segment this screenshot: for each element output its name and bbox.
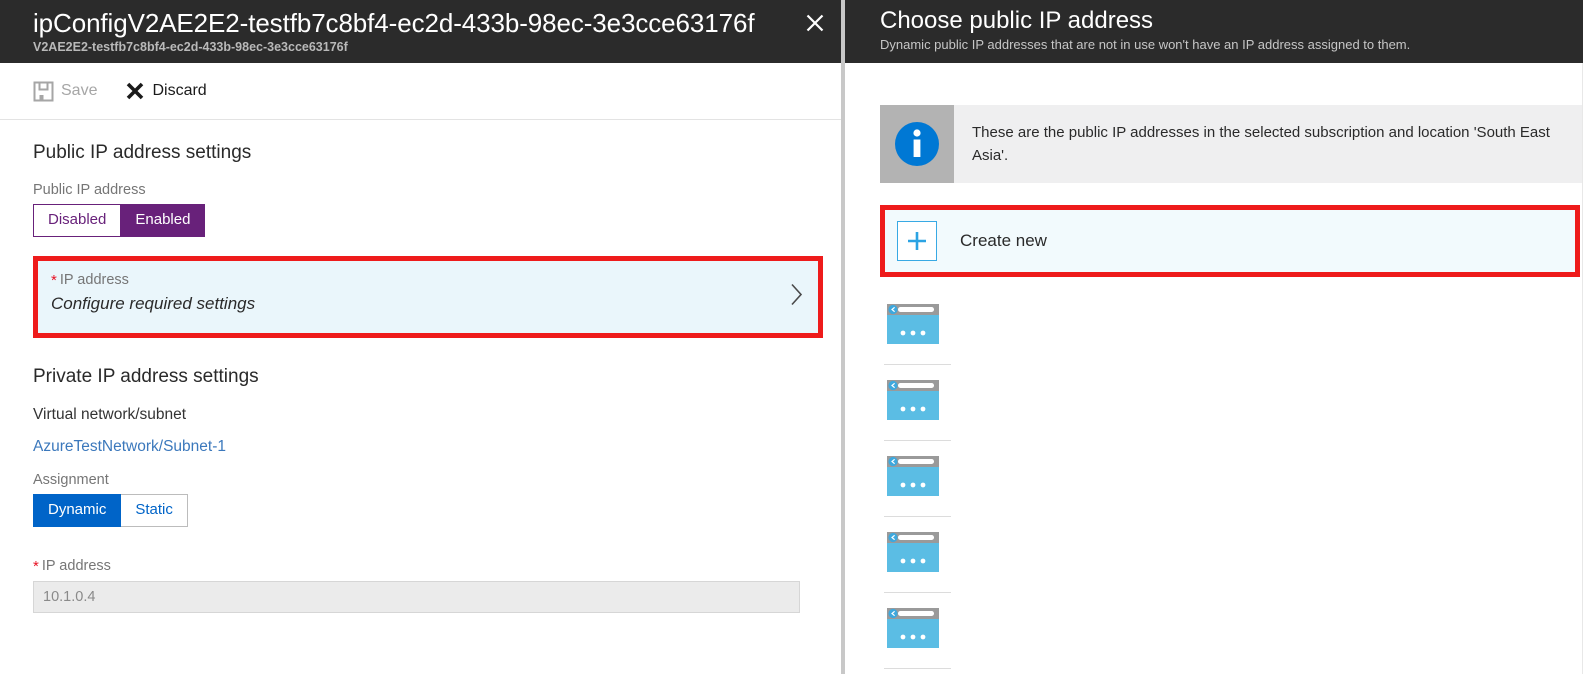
save-label: Save bbox=[61, 82, 98, 99]
plus-icon bbox=[897, 221, 937, 261]
create-new-label: Create new bbox=[960, 231, 1047, 250]
save-button[interactable]: Save bbox=[33, 81, 97, 102]
public-ip-icon bbox=[884, 376, 942, 429]
info-icon-cell bbox=[880, 105, 954, 183]
public-ip-toggle-enabled[interactable]: Enabled bbox=[121, 204, 206, 237]
private-ip-address-label: IP address bbox=[41, 558, 111, 574]
required-asterisk: * bbox=[51, 272, 57, 289]
ip-address-picker-label: IP address bbox=[59, 272, 129, 288]
public-ip-section-heading: Public IP address settings bbox=[33, 142, 252, 163]
page-title: ipConfigV2AE2E2-testfb7c8bf4-ec2d-433b-9… bbox=[33, 8, 755, 38]
public-ip-address-label: Public IP address bbox=[33, 182, 146, 198]
choose-public-ip-blade: Choose public IP address Dynamic public … bbox=[845, 0, 1583, 674]
page-subtitle: V2AE2E2-testfb7c8bf4-ec2d-433b-98ec-3e3c… bbox=[33, 40, 348, 54]
private-ip-address-input[interactable] bbox=[33, 581, 800, 613]
choose-public-ip-subtitle: Dynamic public IP addresses that are not… bbox=[880, 37, 1411, 52]
list-item[interactable] bbox=[880, 441, 1583, 516]
info-banner-text: These are the public IP addresses in the… bbox=[972, 124, 1550, 164]
list-divider bbox=[884, 668, 951, 669]
ip-address-required-asterisk: * bbox=[33, 558, 39, 575]
public-ip-icon bbox=[884, 604, 942, 657]
public-ip-icon bbox=[884, 528, 942, 581]
discard-x-icon bbox=[125, 81, 145, 101]
public-ip-icon bbox=[884, 300, 942, 353]
assignment-label: Assignment bbox=[33, 472, 109, 488]
info-circle-icon bbox=[895, 122, 939, 166]
blade-header: ipConfigV2AE2E2-testfb7c8bf4-ec2d-433b-9… bbox=[0, 0, 841, 63]
public-ip-toggle: Disabled Enabled bbox=[33, 204, 206, 237]
save-floppy-icon bbox=[33, 81, 54, 102]
chevron-right-icon bbox=[790, 283, 804, 312]
discard-label: Discard bbox=[152, 82, 207, 99]
info-banner: These are the public IP addresses in the… bbox=[880, 105, 1583, 183]
public-ip-list bbox=[880, 289, 1583, 669]
list-item[interactable] bbox=[880, 593, 1583, 668]
choose-public-ip-header: Choose public IP address Dynamic public … bbox=[845, 0, 1583, 63]
private-ip-section-heading: Private IP address settings bbox=[33, 366, 259, 387]
choose-public-ip-title: Choose public IP address bbox=[880, 7, 1154, 34]
blade-toolbar: Save Discard bbox=[0, 63, 841, 120]
list-item[interactable] bbox=[880, 289, 1583, 364]
discard-button[interactable]: Discard bbox=[125, 81, 207, 101]
public-ip-icon bbox=[884, 452, 942, 505]
virtual-network-subnet-link[interactable]: AzureTestNetwork/Subnet-1 bbox=[33, 438, 226, 455]
azure-portal-screen: ipConfigV2AE2E2-testfb7c8bf4-ec2d-433b-9… bbox=[0, 0, 1583, 674]
close-icon bbox=[806, 14, 824, 32]
assignment-toggle-static[interactable]: Static bbox=[121, 494, 188, 527]
ip-address-picker-value: Configure required settings bbox=[51, 294, 256, 313]
virtual-network-subnet-label: Virtual network/subnet bbox=[33, 406, 187, 423]
ip-address-picker[interactable]: * IP address Configure required settings bbox=[38, 261, 818, 333]
public-ip-toggle-disabled[interactable]: Disabled bbox=[33, 204, 122, 237]
assignment-toggle: Dynamic Static bbox=[33, 494, 188, 527]
ip-configuration-blade: ipConfigV2AE2E2-testfb7c8bf4-ec2d-433b-9… bbox=[0, 0, 841, 674]
assignment-toggle-dynamic[interactable]: Dynamic bbox=[33, 494, 122, 527]
list-item[interactable] bbox=[880, 517, 1583, 592]
close-blade-button[interactable] bbox=[800, 8, 830, 38]
ip-address-picker-annotation: * IP address Configure required settings bbox=[33, 256, 823, 338]
create-new-annotation: Create new bbox=[880, 205, 1580, 277]
list-item[interactable] bbox=[880, 365, 1583, 440]
create-new-button[interactable]: Create new bbox=[885, 210, 1575, 272]
blade-content: Public IP address settings Public IP add… bbox=[0, 120, 841, 613]
